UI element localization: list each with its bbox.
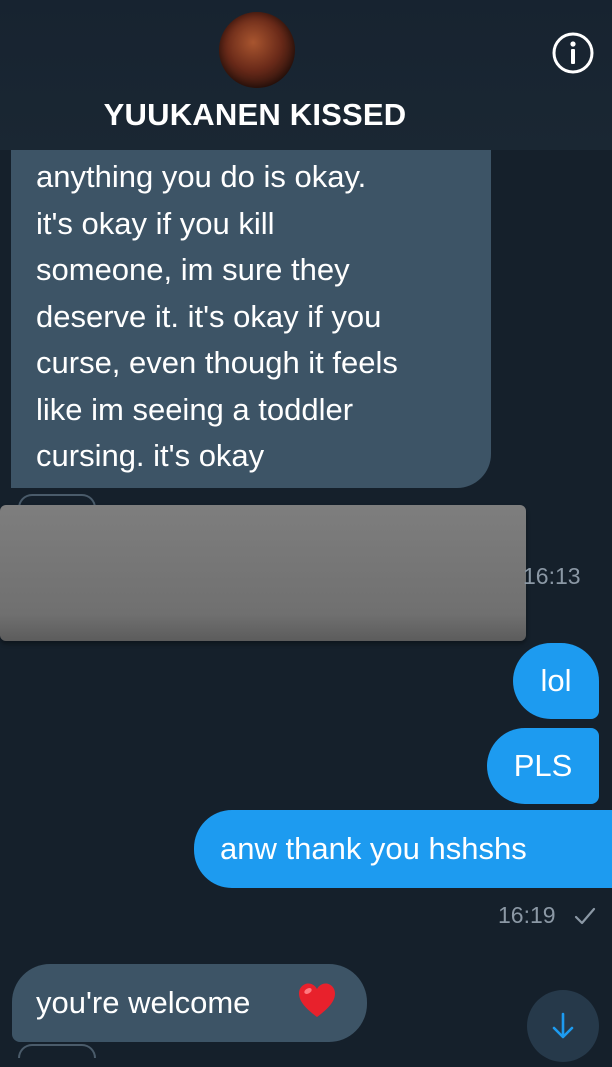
message-line: curse, even though it feels [36,345,398,380]
sent-message[interactable]: lol [513,643,599,719]
redacted-block [0,505,526,641]
sent-message[interactable]: anw thank you hshshs [194,810,612,888]
timestamp: 16:13 [523,563,581,589]
message-text: you're welcome [36,985,251,1020]
conversation-header: YUUKANEN KISSED [0,0,612,150]
sent-message[interactable]: PLS [487,728,599,804]
message-line: deserve it. it's okay if you [36,298,382,334]
reaction-outline [18,1044,96,1058]
message-line: someone, im sure they [36,252,350,287]
scroll-down-button[interactable] [527,990,599,1062]
check-icon [574,907,596,925]
conversation-title[interactable]: YUUKANEN KISSED [0,97,510,133]
message-line: cursing. it's okay [36,438,265,473]
info-icon[interactable] [551,31,595,75]
arrow-down-icon [552,1012,574,1039]
message-line: anything you do is okay. [36,159,367,194]
message-line: it's okay if you kill [36,205,275,241]
message-line: like im seeing a toddler [36,391,354,427]
timestamp: 16:19 [498,902,556,928]
heart-emoji-icon [299,983,335,1017]
received-message[interactable]: anything you do is okay. it's okay if yo… [11,150,491,488]
avatar[interactable] [219,12,295,88]
